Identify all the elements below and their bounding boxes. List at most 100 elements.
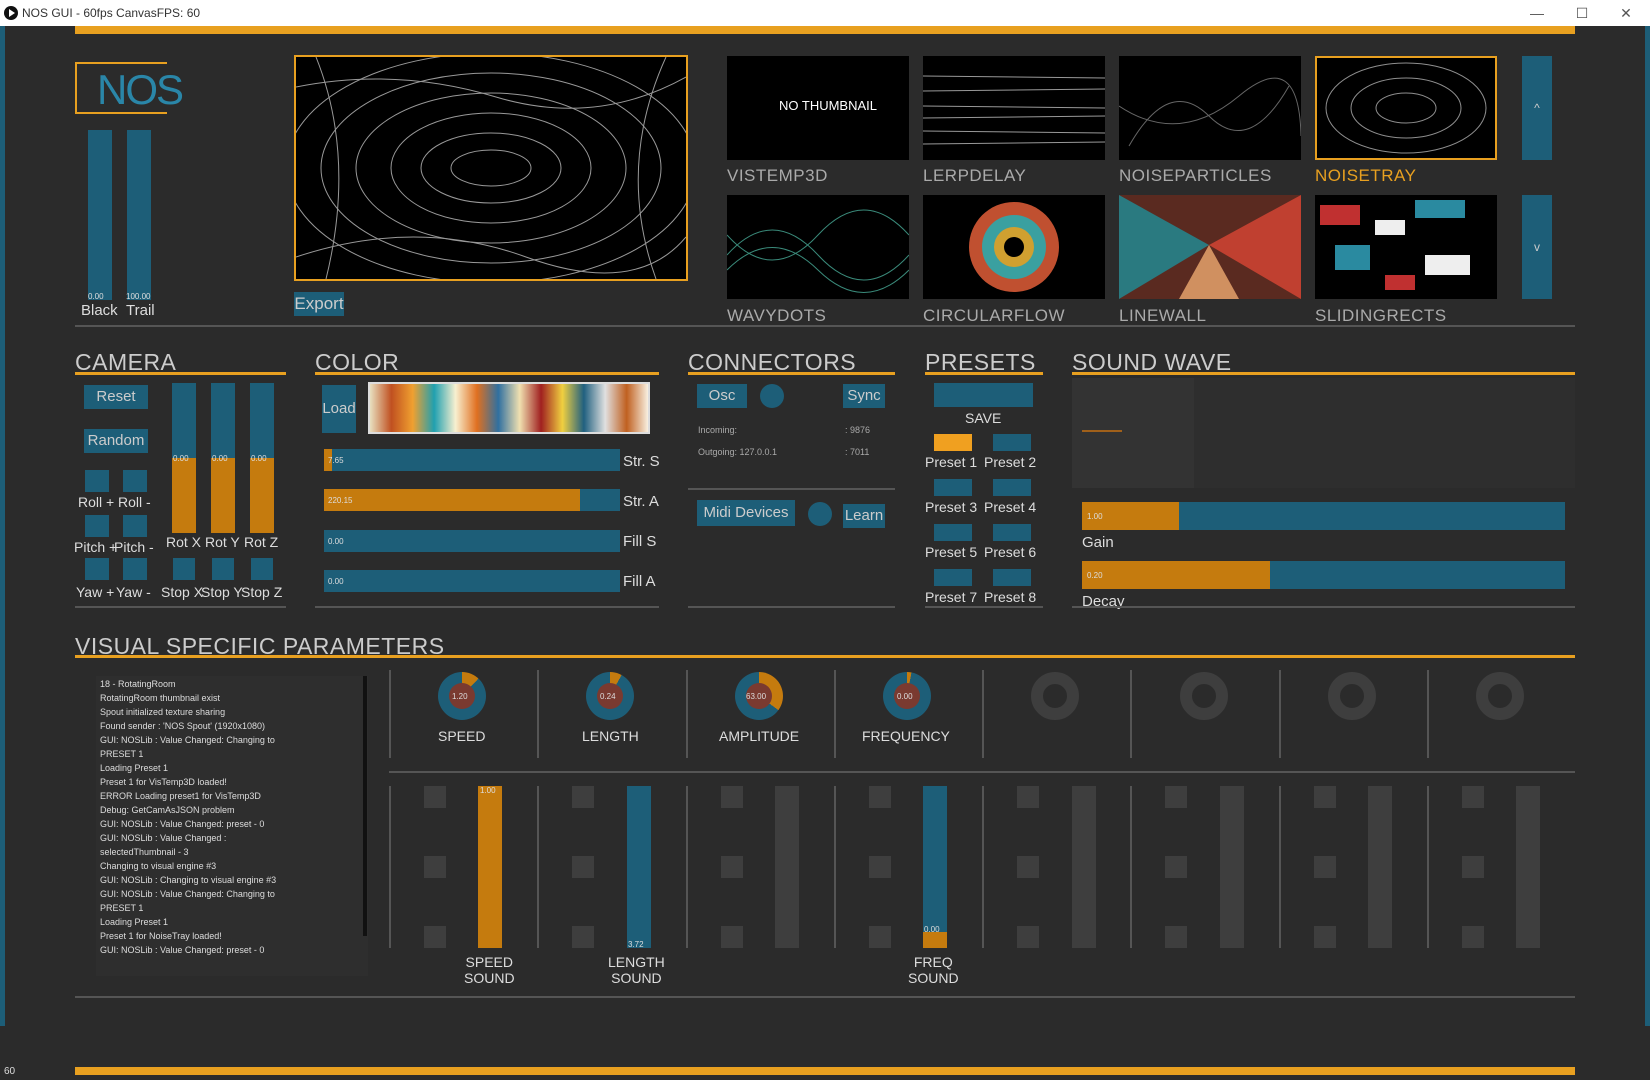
empty-knob[interactable]	[1031, 672, 1079, 720]
toggle-square[interactable]	[869, 786, 891, 808]
sound-slider-empty[interactable]	[1220, 786, 1244, 948]
close-button[interactable]: ✕	[1606, 2, 1646, 24]
preset-8-button[interactable]	[993, 569, 1031, 586]
speed-sound-slider[interactable]	[478, 786, 502, 948]
toggle-square[interactable]	[1314, 926, 1336, 948]
bottom-accent-bar	[75, 1067, 1575, 1075]
thumb-circularflow[interactable]	[923, 195, 1105, 299]
toggle-square[interactable]	[1165, 926, 1187, 948]
yaw-minus-button[interactable]	[123, 558, 147, 580]
fill-s-label: Fill S	[623, 533, 657, 550]
pitch-plus-label: Pitch +	[74, 539, 118, 555]
sound-slider-empty[interactable]	[775, 786, 799, 948]
sound-slider-empty[interactable]	[1072, 786, 1096, 948]
pitch-plus-button[interactable]	[85, 515, 109, 537]
yaw-plus-button[interactable]	[85, 558, 109, 580]
reset-button[interactable]: Reset	[84, 385, 148, 409]
toggle-square[interactable]	[1462, 786, 1484, 808]
thumb-linewall[interactable]	[1119, 195, 1301, 299]
minimize-button[interactable]: —	[1517, 2, 1557, 24]
fill-s-slider[interactable]	[324, 530, 620, 552]
osc-button[interactable]: Osc	[697, 384, 747, 408]
toggle-square[interactable]	[1017, 786, 1039, 808]
length-sound-value: 3.72	[628, 940, 644, 949]
toggle-square[interactable]	[572, 856, 594, 878]
preset-1-button[interactable]	[934, 434, 972, 451]
thumb-lerpdelay[interactable]	[923, 56, 1105, 160]
empty-knob[interactable]	[1476, 672, 1524, 720]
toggle-square[interactable]	[1017, 856, 1039, 878]
stop-x-button[interactable]	[173, 558, 195, 580]
preset-5-button[interactable]	[934, 524, 972, 541]
toggle-square[interactable]	[1165, 856, 1187, 878]
toggle-square[interactable]	[424, 856, 446, 878]
toggle-square[interactable]	[1462, 856, 1484, 878]
thumb-slidingrects[interactable]	[1315, 195, 1497, 299]
decay-slider[interactable]	[1082, 561, 1565, 589]
pitch-minus-button[interactable]	[123, 515, 147, 537]
visual-label: LINEWALL	[1119, 306, 1207, 325]
thumb-noiseparticles[interactable]	[1119, 56, 1301, 160]
preset-label: Preset 6	[984, 544, 1037, 560]
toggle-square[interactable]	[1165, 786, 1187, 808]
separator	[686, 786, 688, 948]
speed-sound-label-line1: SPEED	[465, 954, 514, 970]
save-preset-button[interactable]	[934, 383, 1033, 407]
sound-slider-empty[interactable]	[1516, 786, 1540, 948]
empty-knob[interactable]	[1328, 672, 1376, 720]
midi-devices-button[interactable]: Midi Devices	[697, 500, 795, 526]
stop-y-button[interactable]	[212, 558, 234, 580]
maximize-button[interactable]: ☐	[1562, 2, 1602, 24]
scroll-down-button[interactable]: v	[1522, 195, 1552, 299]
connectors-underline	[688, 372, 895, 375]
trail-slider[interactable]	[127, 130, 151, 300]
fill-a-slider[interactable]	[324, 570, 620, 592]
toggle-square[interactable]	[721, 926, 743, 948]
str-a-slider[interactable]	[324, 489, 620, 511]
preset-3-button[interactable]	[934, 479, 972, 496]
toggle-square[interactable]	[1462, 926, 1484, 948]
toggle-square[interactable]	[869, 856, 891, 878]
toggle-square[interactable]	[869, 926, 891, 948]
console-scrollbar[interactable]	[363, 676, 367, 936]
scroll-up-button[interactable]: ^	[1522, 56, 1552, 160]
console-log[interactable]: 18 - RotatingRoom RotatingRoom thumbnail…	[96, 676, 368, 976]
thumb-noisetray[interactable]	[1315, 56, 1497, 160]
color-palette[interactable]	[368, 382, 650, 434]
top-accent-bar	[75, 26, 1575, 34]
thumb-wavydots[interactable]	[727, 195, 909, 299]
toggle-square[interactable]	[1314, 856, 1336, 878]
separator	[982, 786, 984, 948]
str-s-slider[interactable]	[324, 449, 620, 471]
black-slider[interactable]	[88, 130, 112, 300]
preset-7-button[interactable]	[934, 569, 972, 586]
toggle-square[interactable]	[721, 856, 743, 878]
learn-button[interactable]: Learn	[843, 504, 885, 528]
freq-sound-slider[interactable]	[923, 786, 947, 948]
gain-slider[interactable]	[1082, 502, 1565, 530]
sync-button[interactable]: Sync	[843, 384, 885, 408]
empty-knob[interactable]	[1180, 672, 1228, 720]
toggle-square[interactable]	[1017, 926, 1039, 948]
toggle-square[interactable]	[424, 786, 446, 808]
toggle-square[interactable]	[1314, 786, 1336, 808]
random-button[interactable]: Random	[84, 429, 148, 453]
preset-2-button[interactable]	[993, 434, 1031, 451]
sound-slider-empty[interactable]	[1368, 786, 1392, 948]
preset-6-button[interactable]	[993, 524, 1031, 541]
export-button[interactable]: Export	[294, 292, 344, 316]
toggle-square[interactable]	[572, 926, 594, 948]
roll-plus-button[interactable]	[85, 470, 109, 492]
freq-sound-label-line1: FREQ	[913, 954, 953, 970]
toggle-square[interactable]	[572, 786, 594, 808]
toggle-square[interactable]	[424, 926, 446, 948]
length-sound-slider[interactable]	[627, 786, 651, 948]
roll-minus-button[interactable]	[123, 470, 147, 492]
stop-z-button[interactable]	[251, 558, 273, 580]
thumb-vistemp3d[interactable]: NO THUMBNAIL	[727, 56, 909, 160]
preset-label: Preset 8	[984, 589, 1037, 605]
load-palette-button[interactable]: Load	[322, 385, 356, 433]
preset-4-button[interactable]	[993, 479, 1031, 496]
toggle-square[interactable]	[721, 786, 743, 808]
fps-counter: 60	[4, 1066, 16, 1077]
